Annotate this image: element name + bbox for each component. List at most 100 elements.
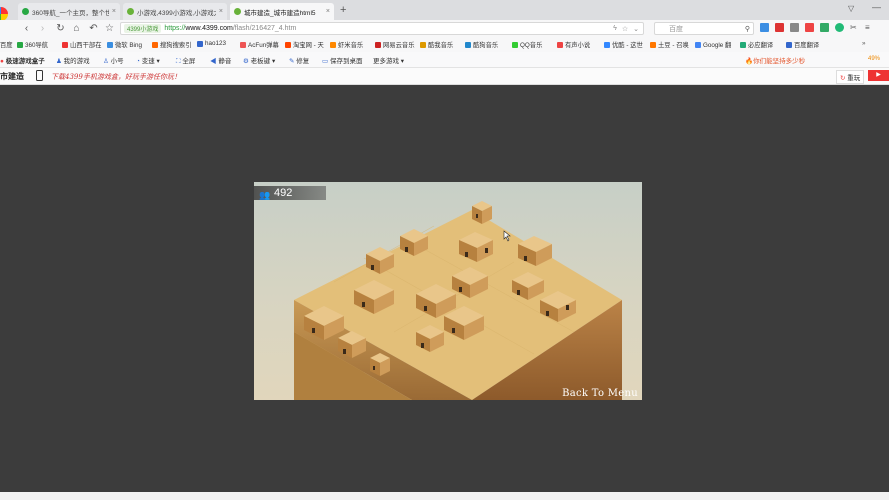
screenshot-icon[interactable] bbox=[790, 23, 799, 32]
bookmark-item[interactable]: 酷我音乐 bbox=[420, 40, 453, 49]
promo-bar: 市建造 下载4399手机游戏盒，好玩手游任你玩！ ↻ 重玩 ▶ 49% bbox=[0, 56, 889, 85]
bookmark-item[interactable]: 百度翻译 bbox=[786, 40, 819, 49]
game-icon[interactable] bbox=[775, 23, 784, 32]
close-tab-icon[interactable]: × bbox=[216, 8, 223, 15]
new-tab-button[interactable]: + bbox=[340, 4, 346, 16]
fire-icon: 🔥 bbox=[745, 58, 754, 65]
bookmarks-bar: 百度 360导航 山西干部在 微软 Bing 搜狗搜索引 hao123 AcFu… bbox=[0, 37, 889, 53]
favorite-star-icon[interactable]: ☆ bbox=[103, 22, 116, 35]
battery-percent: 49% bbox=[868, 56, 881, 62]
speaker-icon: ◀ bbox=[210, 58, 217, 65]
favicon-icon bbox=[127, 8, 134, 15]
bookmark-item[interactable]: 百度 bbox=[0, 40, 13, 49]
apps-icon[interactable] bbox=[760, 23, 769, 32]
forward-icon[interactable]: › bbox=[36, 22, 49, 35]
fullscreen-icon: ⛶ bbox=[176, 58, 181, 65]
search-input[interactable]: 百度 ⚲ bbox=[654, 22, 754, 35]
bookmark-item[interactable]: 网易云音乐 bbox=[375, 40, 414, 49]
population-counter: 👥 492 bbox=[254, 186, 326, 200]
gamepad-icon: ♟ bbox=[56, 58, 62, 65]
bookmark-item[interactable]: 虾米音乐 bbox=[330, 40, 363, 49]
tab-bar: 360导航_一个主页，整个世界 × 小游戏,4399小游戏,小游戏大全 × 城市… bbox=[0, 0, 889, 21]
back-icon[interactable]: ‹ bbox=[20, 22, 33, 35]
more-bookmarks-icon[interactable]: » bbox=[862, 40, 866, 47]
bookmark-star-icon[interactable]: ☆ bbox=[622, 25, 628, 33]
tab-label: 小游戏,4399小游戏,小游戏大全 bbox=[137, 9, 216, 17]
speed-button[interactable]: ◔ 变速 ▾ bbox=[136, 55, 160, 65]
tab-label: 城市建造_城市建造html5 bbox=[244, 9, 316, 17]
url-scheme: https:// bbox=[164, 25, 186, 32]
score-value: 492 bbox=[274, 187, 293, 199]
my-games-link[interactable]: ♟ 我的游戏 bbox=[56, 55, 90, 65]
page-title: 市建造 bbox=[0, 72, 24, 81]
scissors-icon[interactable]: ✂ bbox=[850, 23, 859, 32]
close-tab-icon[interactable]: × bbox=[109, 8, 116, 15]
more-games-button[interactable]: 更多游戏 ▾ bbox=[373, 55, 404, 65]
tab-city-builder[interactable]: 城市建造_城市建造html5 × bbox=[230, 3, 334, 20]
url-host: www.4399.com bbox=[185, 25, 233, 32]
back-to-menu-button[interactable]: Back To Menu bbox=[562, 388, 638, 399]
tab-label: 360导航_一个主页，整个世界 bbox=[32, 9, 109, 17]
navigation-bar: ‹ › ↻ ⌂ ↶ ☆ 4399小游戏 https:// www.4399.co… bbox=[0, 20, 889, 37]
undo-icon[interactable]: ↶ bbox=[87, 22, 100, 35]
repair-button[interactable]: ✎ 修复 bbox=[289, 55, 309, 65]
bookmark-item[interactable]: 搜狗搜索引 bbox=[152, 40, 191, 49]
note-icon[interactable] bbox=[805, 23, 814, 32]
bookmark-item[interactable]: 微软 Bing bbox=[107, 40, 142, 49]
phone-icon bbox=[36, 70, 43, 81]
bookmark-item[interactable]: 有声小说 bbox=[557, 40, 590, 49]
bookmark-item[interactable]: AcFun弹幕 bbox=[240, 40, 279, 49]
bookmark-item[interactable]: 360导航 bbox=[17, 40, 48, 49]
boss-key-button[interactable]: ⚙ 老板键 ▾ bbox=[243, 55, 275, 65]
lightning-icon[interactable]: ϟ bbox=[613, 25, 617, 32]
search-placeholder: 百度 bbox=[669, 25, 683, 33]
bookmark-item[interactable]: 酷狗音乐 bbox=[465, 40, 498, 49]
download-promo-text[interactable]: 下载4399手机游戏盒，好玩手游任你玩！ bbox=[51, 72, 181, 82]
url-path: /flash/216427_4.htm bbox=[232, 25, 297, 32]
gamebox-icon: ● bbox=[0, 58, 4, 65]
fullscreen-button[interactable]: ⛶ 全屏 bbox=[176, 55, 195, 66]
game-canvas[interactable]: 👥 492 Back To Menu bbox=[254, 182, 642, 400]
extension-icons: ✂ ≡ bbox=[760, 23, 874, 32]
bookmark-item[interactable]: 必应翻译 bbox=[740, 40, 773, 49]
gear-icon: ⚙ bbox=[243, 58, 249, 65]
save-desktop-button[interactable]: ▭ 保存到桌面 bbox=[322, 55, 362, 65]
mute-button[interactable]: ◀ 静音 bbox=[210, 55, 231, 65]
user-icon: ♙ bbox=[103, 58, 109, 65]
browser-logo-icon[interactable] bbox=[0, 7, 8, 21]
menu-icon[interactable]: ▽ bbox=[848, 4, 854, 13]
menu-lines-icon[interactable]: ≡ bbox=[865, 23, 874, 32]
home-icon[interactable]: ⌂ bbox=[70, 22, 83, 35]
people-icon: 👥 bbox=[259, 190, 271, 200]
promo-link[interactable]: 🔥你们能坚持多少秒 bbox=[745, 55, 805, 65]
wrench-icon: ✎ bbox=[289, 58, 295, 65]
reload-icon[interactable]: ↻ bbox=[54, 22, 67, 35]
game-toolbar: ● 极速游戏盒子 ♟ 我的游戏 ♙ 小号 ◔ 变速 ▾ ⛶ 全屏 ◀ 静音 ⚙ … bbox=[0, 52, 889, 68]
isometric-city-scene bbox=[294, 201, 622, 400]
favicon-icon bbox=[234, 8, 241, 15]
favicon-icon bbox=[22, 8, 29, 15]
bookmark-item[interactable]: 山西干部在 bbox=[62, 40, 101, 49]
refresh-icon: ↻ bbox=[840, 75, 846, 82]
desktop-icon: ▭ bbox=[322, 58, 329, 65]
close-tab-icon[interactable]: × bbox=[323, 8, 330, 15]
bookmark-item[interactable]: 优酷 - 这世 bbox=[604, 40, 643, 49]
dropdown-icon[interactable]: ⌄ bbox=[633, 25, 639, 33]
status-bar bbox=[0, 492, 889, 500]
shield-icon[interactable] bbox=[835, 23, 844, 32]
bookmark-item[interactable]: QQ音乐 bbox=[512, 40, 542, 49]
translate-icon[interactable] bbox=[820, 23, 829, 32]
replay-button[interactable]: ↻ 重玩 bbox=[836, 70, 865, 84]
address-bar[interactable]: 4399小游戏 https:// www.4399.com /flash/216… bbox=[120, 22, 644, 35]
search-icon[interactable]: ⚲ bbox=[745, 25, 750, 33]
bookmark-item[interactable]: 土豆 - 召唤 bbox=[650, 40, 689, 49]
game-box-link[interactable]: ● 极速游戏盒子 bbox=[0, 55, 45, 65]
tab-4399[interactable]: 小游戏,4399小游戏,小游戏大全 × bbox=[123, 3, 227, 20]
bookmark-item[interactable]: hao123 bbox=[197, 40, 226, 47]
tab-360-nav[interactable]: 360导航_一个主页，整个世界 × bbox=[18, 3, 120, 20]
alt-account-link[interactable]: ♙ 小号 bbox=[103, 55, 124, 65]
minimize-button[interactable]: — bbox=[872, 2, 881, 12]
record-button[interactable]: ▶ bbox=[868, 70, 889, 81]
bookmark-item[interactable]: Google 翻 bbox=[695, 40, 731, 49]
bookmark-item[interactable]: 淘宝网 - 天 bbox=[285, 40, 324, 49]
